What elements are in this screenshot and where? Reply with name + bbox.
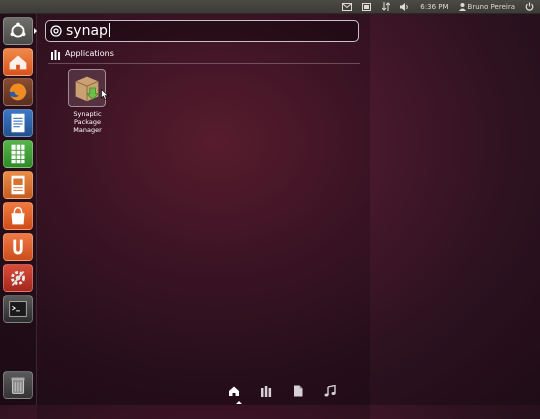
- launcher-impress[interactable]: [3, 171, 33, 199]
- ubuntu-logo-icon: [10, 22, 26, 38]
- settings-icon: [11, 270, 25, 287]
- terminal-icon: [9, 301, 27, 317]
- volume-icon[interactable]: [400, 2, 410, 11]
- category-heading[interactable]: Applications: [65, 49, 114, 58]
- battery-icon[interactable]: [362, 2, 372, 11]
- category-divider: [48, 63, 360, 64]
- shopping-bag-icon: [11, 206, 25, 225]
- launcher-calc[interactable]: [3, 140, 33, 168]
- music-lens-icon[interactable]: [324, 385, 336, 397]
- writer-icon: [11, 113, 25, 133]
- home-lens-icon[interactable]: [228, 385, 240, 397]
- calc-icon: [11, 144, 25, 164]
- launcher-system-settings[interactable]: [3, 264, 33, 292]
- indicator-tray: 6:36 PM Bruno Pereira: [342, 0, 534, 13]
- ubuntu-one-icon: [13, 239, 23, 255]
- network-icon[interactable]: [382, 2, 391, 11]
- applications-category-icon: [51, 50, 60, 60]
- top-panel: 6:36 PM Bruno Pereira: [0, 0, 540, 14]
- launcher-writer[interactable]: [3, 109, 33, 137]
- launcher-trash[interactable]: [3, 371, 33, 399]
- search-icon: [50, 25, 62, 37]
- result-synaptic-label: Synaptic Package Manager: [73, 110, 102, 134]
- mail-icon[interactable]: [342, 2, 353, 11]
- launcher-firefox[interactable]: [3, 78, 33, 106]
- result-synaptic-tile[interactable]: [68, 69, 106, 107]
- launcher: [0, 14, 37, 405]
- launcher-ubuntu-one[interactable]: [3, 233, 33, 261]
- launcher-terminal[interactable]: [3, 295, 33, 323]
- launcher-software-center[interactable]: [3, 202, 33, 230]
- launcher-home-folder[interactable]: [3, 48, 33, 76]
- text-caret: [108, 23, 110, 37]
- power-icon[interactable]: [525, 2, 534, 11]
- search-input[interactable]: synap: [66, 22, 110, 40]
- trash-icon: [11, 377, 25, 394]
- impress-icon: [11, 175, 25, 195]
- firefox-icon: [9, 83, 27, 101]
- applications-lens-icon[interactable]: [260, 385, 272, 397]
- user-icon: [458, 2, 466, 11]
- lens-bar: [228, 385, 336, 397]
- dash-search-box[interactable]: synap: [45, 20, 359, 42]
- active-lens-indicator: [236, 401, 242, 404]
- user-menu[interactable]: Bruno Pereira: [458, 2, 515, 11]
- user-name: Bruno Pereira: [467, 2, 515, 11]
- search-query: synap: [66, 23, 108, 39]
- home-folder-icon: [9, 55, 27, 70]
- clock[interactable]: 6:36 PM: [420, 3, 448, 11]
- dash-home-button[interactable]: [3, 17, 33, 45]
- package-box-icon: [75, 76, 100, 102]
- files-lens-icon[interactable]: [292, 385, 304, 397]
- mouse-pointer-icon: [101, 89, 109, 100]
